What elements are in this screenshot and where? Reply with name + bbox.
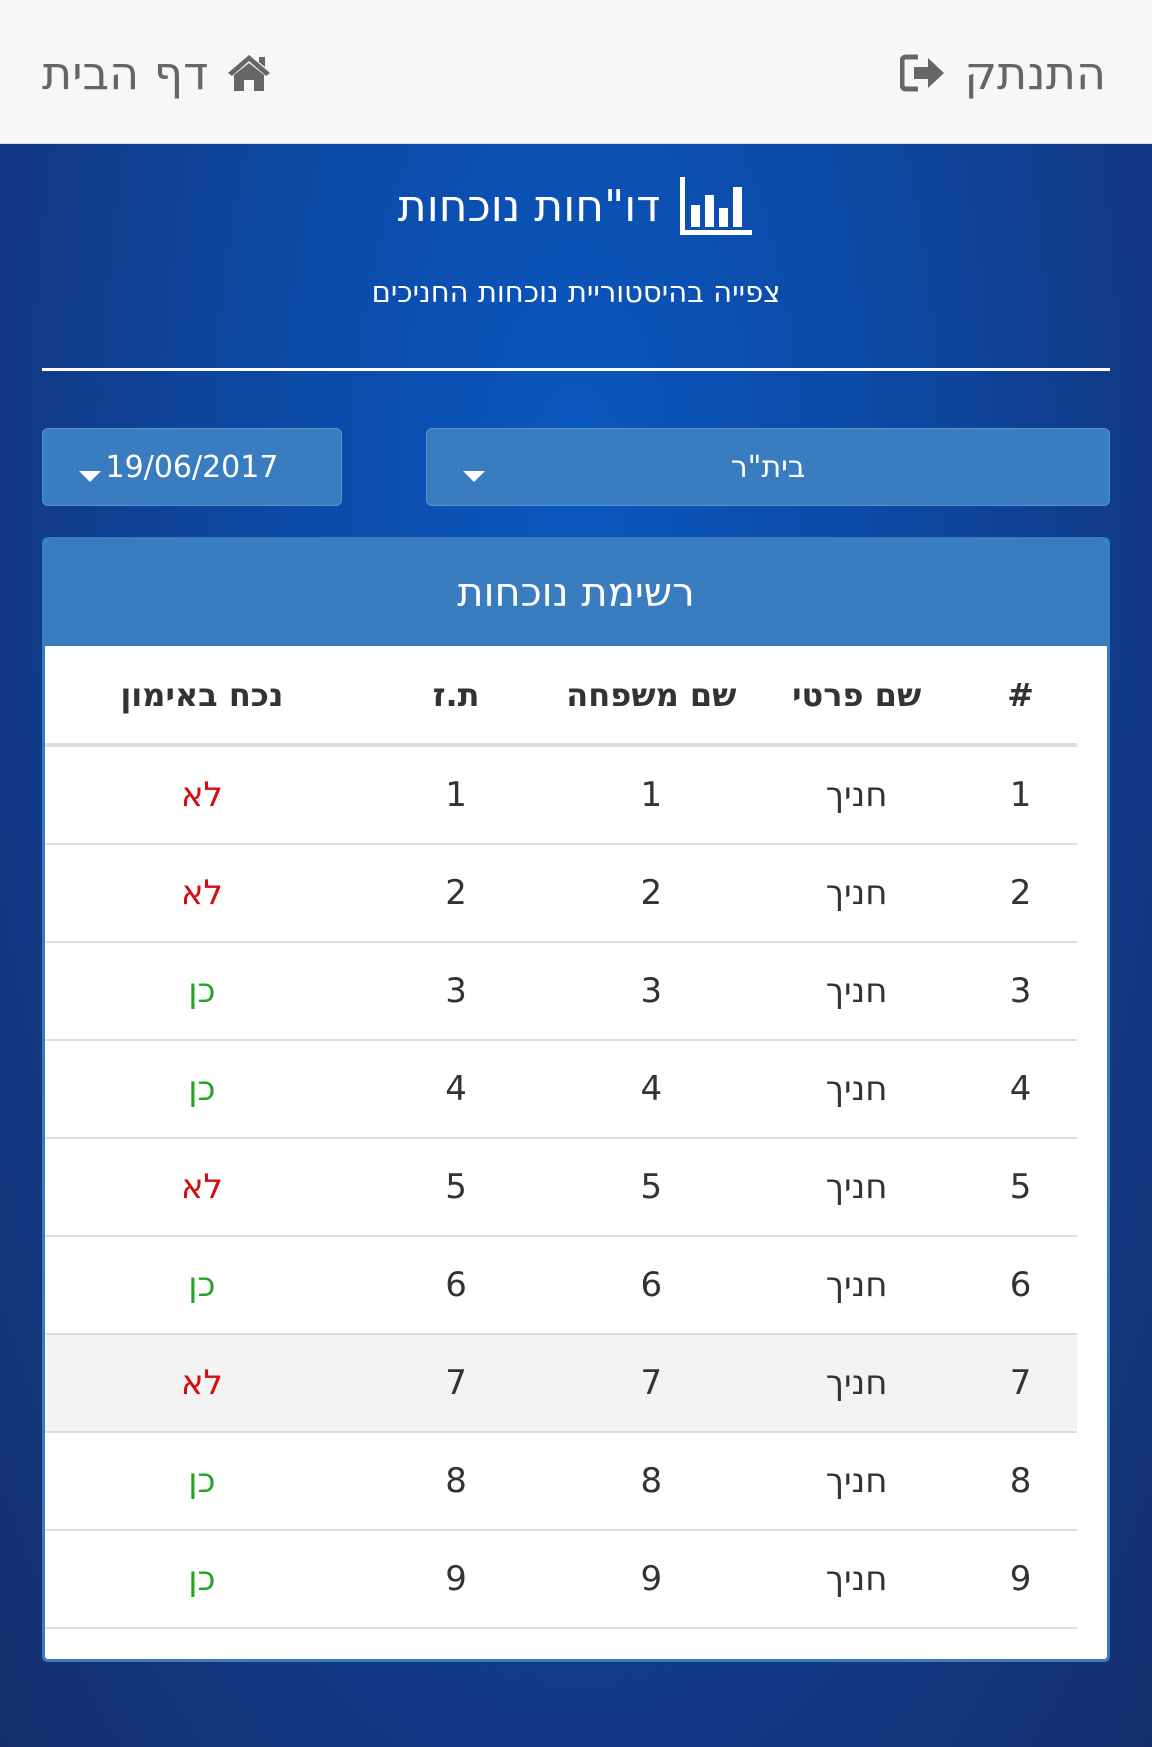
table-row: 4 חניך 4 4 כן <box>45 1040 1077 1139</box>
sign-out-icon <box>900 53 946 93</box>
home-icon <box>226 53 272 93</box>
cell-last-name: 11 <box>553 1628 750 1659</box>
page-header: דו"חות נוכחות צפייה בהיסטוריית נוכחות הח… <box>0 175 1152 309</box>
cell-first-name: חניך <box>749 1040 965 1139</box>
cell-present: לא <box>45 844 359 943</box>
cell-present: לא <box>45 1628 359 1659</box>
cell-id: 4 <box>358 1040 554 1139</box>
date-select-value: 19/06/2017 <box>105 449 279 485</box>
cell-last-name: 9 <box>553 1530 750 1629</box>
cell-last-name: 1 <box>553 745 750 845</box>
page-subtitle: צפייה בהיסטוריית נוכחות החניכים <box>371 275 781 309</box>
cell-present: כן <box>45 1432 359 1531</box>
cell-present: כן <box>45 1040 359 1139</box>
logout-label: התנתק <box>964 46 1106 100</box>
cell-index: 7 <box>964 1334 1077 1433</box>
table-row: 9 חניך 9 9 כן <box>45 1530 1077 1629</box>
cell-id: 2 <box>358 844 554 943</box>
cell-first-name: חניך <box>749 745 965 845</box>
page-title: דו"חות נוכחות <box>397 180 661 232</box>
cell-first-name: חניך <box>749 1432 965 1531</box>
cell-last-name: 8 <box>553 1432 750 1531</box>
date-select[interactable]: 19/06/2017 <box>42 428 342 506</box>
class-select-value: בית"ר <box>730 449 806 485</box>
table-row: 1 חניך 1 1 לא <box>45 745 1077 845</box>
attendance-table-scroll[interactable]: # שם פרטי שם משפחה ת.ז נכח באימון 1 חניך… <box>45 646 1107 1659</box>
cell-id: 3 <box>358 942 554 1041</box>
cell-first-name: חניך <box>749 1530 965 1629</box>
home-link[interactable]: דף הבית <box>42 40 272 106</box>
cell-present: לא <box>45 1334 359 1433</box>
chevron-down-icon <box>463 471 485 482</box>
table-row: 2 חניך 2 2 לא <box>45 844 1077 943</box>
cell-id: 1 <box>358 745 554 845</box>
header-divider <box>42 368 1110 371</box>
chevron-down-icon <box>79 471 101 482</box>
cell-index: 3 <box>964 942 1077 1041</box>
cell-id: 11 <box>358 1628 554 1659</box>
table-row: 7 חניך 7 7 לא <box>45 1334 1077 1433</box>
cell-first-name: חניך <box>749 942 965 1041</box>
cell-index: 2 <box>964 844 1077 943</box>
cell-present: לא <box>45 1138 359 1237</box>
col-header-present: נכח באימון <box>45 646 359 747</box>
attendance-panel: רשימת נוכחות # שם פרטי שם משפחה ת.ז נכח … <box>42 537 1110 1662</box>
col-header-id: ת.ז <box>358 646 554 747</box>
cell-index: 8 <box>964 1432 1077 1531</box>
cell-id: 8 <box>358 1432 554 1531</box>
table-row: 8 חניך 8 8 כן <box>45 1432 1077 1531</box>
cell-present: כן <box>45 1530 359 1629</box>
home-label: דף הבית <box>42 46 209 100</box>
col-header-index: # <box>964 646 1077 747</box>
cell-last-name: 5 <box>553 1138 750 1237</box>
attendance-table: # שם פרטי שם משפחה ת.ז נכח באימון 1 חניך… <box>45 646 1077 1659</box>
cell-id: 9 <box>358 1530 554 1629</box>
cell-first-name: חניך <box>749 1236 965 1335</box>
cell-last-name: 3 <box>553 942 750 1041</box>
col-header-last-name: שם משפחה <box>553 646 750 747</box>
col-header-first-name: שם פרטי <box>749 646 965 747</box>
cell-first-name: חניך <box>749 1334 965 1433</box>
cell-first-name: חניך <box>749 844 965 943</box>
bar-chart-icon <box>678 175 754 237</box>
table-row: 10 חניך 11 11 לא <box>45 1628 1077 1659</box>
cell-last-name: 6 <box>553 1236 750 1335</box>
cell-id: 5 <box>358 1138 554 1237</box>
cell-id: 7 <box>358 1334 554 1433</box>
logout-link[interactable]: התנתק <box>900 40 1106 106</box>
cell-index: 1 <box>964 745 1077 845</box>
cell-index: 6 <box>964 1236 1077 1335</box>
top-navbar: התנתק דף הבית <box>0 0 1152 144</box>
cell-index: 10 <box>964 1628 1077 1659</box>
cell-present: לא <box>45 745 359 845</box>
panel-title: רשימת נוכחות <box>45 540 1107 646</box>
cell-index: 9 <box>964 1530 1077 1629</box>
cell-present: כן <box>45 942 359 1041</box>
cell-first-name: חניך <box>749 1138 965 1237</box>
cell-index: 5 <box>964 1138 1077 1237</box>
cell-index: 4 <box>964 1040 1077 1139</box>
cell-last-name: 4 <box>553 1040 750 1139</box>
table-header-row: # שם פרטי שם משפחה ת.ז נכח באימון <box>45 646 1077 747</box>
class-select[interactable]: בית"ר <box>426 428 1110 506</box>
cell-id: 6 <box>358 1236 554 1335</box>
cell-last-name: 7 <box>553 1334 750 1433</box>
cell-last-name: 2 <box>553 844 750 943</box>
table-row: 6 חניך 6 6 כן <box>45 1236 1077 1335</box>
table-row: 5 חניך 5 5 לא <box>45 1138 1077 1237</box>
table-row: 3 חניך 3 3 כן <box>45 942 1077 1041</box>
cell-first-name: חניך <box>749 1628 965 1659</box>
cell-present: כן <box>45 1236 359 1335</box>
